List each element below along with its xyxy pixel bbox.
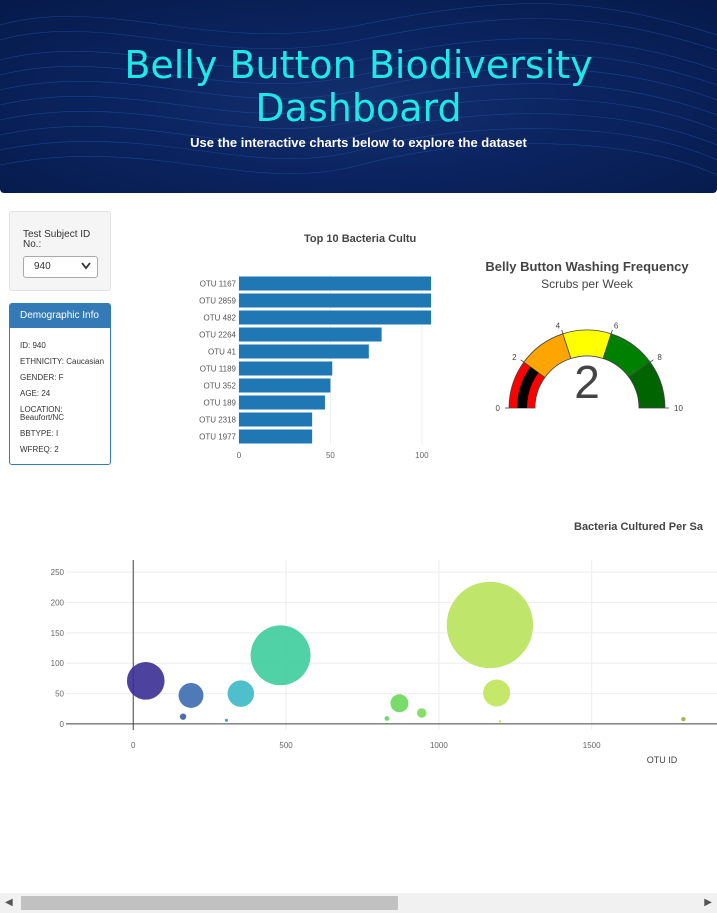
bubble-mark	[446, 581, 534, 669]
demographic-panel-heading: Demographic Info	[10, 304, 110, 328]
bubble-y-tick-label: 50	[55, 690, 64, 699]
bubble-y-tick-label: 100	[51, 659, 65, 668]
bar-y-tick-label: OTU 2318	[199, 416, 236, 425]
bar-mark	[239, 378, 331, 393]
gauge-tick-label: 8	[657, 353, 662, 362]
bubble-y-tick-label: 200	[51, 599, 65, 608]
subject-select-label: Test Subject ID No.:	[23, 229, 91, 250]
bar-y-tick-label: OTU 189	[204, 399, 237, 408]
bar-mark	[239, 293, 431, 308]
bubble-mark	[681, 716, 686, 722]
gauge-tick	[610, 329, 613, 334]
bar-x-tick-label: 50	[326, 451, 335, 460]
scroll-left-icon[interactable]: ◀	[5, 897, 13, 908]
bubble-mark	[384, 716, 390, 721]
bar-y-tick-label: OTU 41	[208, 348, 237, 357]
dashboard-header: Belly Button Biodiversity Dashboard Use …	[0, 0, 717, 193]
bubble-x-tick-label: 0	[131, 741, 136, 750]
bar-chart-title: Top 10 Bacteria Cultu	[304, 233, 416, 245]
bubble-mark	[416, 708, 427, 718]
bar-y-tick-label: OTU 1167	[200, 280, 237, 289]
subject-id-selected: 940	[34, 261, 51, 272]
bubble-y-tick-label: 250	[51, 568, 65, 577]
bar-mark	[239, 361, 333, 376]
bubble-chart[interactable]: Bacteria Cultured Per Sa 0 50 100 150 200 250 0…	[0, 510, 717, 780]
gauge-tick-label: 6	[614, 321, 619, 330]
bar-mark	[239, 276, 431, 291]
subject-selector-well: Test Subject ID No.: 940	[9, 211, 111, 291]
gauge-tick-label: 4	[556, 321, 561, 330]
gauge-tick-label: 2	[512, 353, 517, 362]
gauge-chart[interactable]: Belly Button Washing Frequency Scrubs per…	[440, 250, 717, 420]
gauge-tick-label: 10	[674, 404, 683, 413]
demo-ethnicity: ETHNICITY: Caucasian	[20, 357, 105, 366]
gauge-tick	[520, 359, 525, 363]
bar-mark	[239, 310, 431, 325]
bubble-mark	[178, 682, 204, 708]
subject-id-select[interactable]: 940	[23, 256, 98, 278]
page-title: Belly Button Biodiversity Dashboard	[0, 44, 717, 130]
bubble-x-tick-label: 500	[279, 741, 293, 750]
demographic-panel: Demographic Info ID: 940 ETHNICITY: Cauc…	[9, 303, 111, 465]
page-title-line1: Belly Button Biodiversity	[124, 43, 593, 87]
bar-mark	[239, 412, 313, 427]
bubble-y-tick-label: 0	[60, 720, 65, 729]
bubble-mark	[227, 680, 255, 707]
bar-mark	[239, 327, 382, 342]
bar-x-tick-label: 0	[237, 451, 242, 460]
bubble-mark	[224, 718, 229, 722]
bar-mark	[239, 429, 313, 444]
scrollbar-thumb[interactable]	[21, 896, 398, 910]
bubble-mark	[250, 625, 311, 686]
bar-y-tick-label: OTU 1189	[200, 365, 237, 374]
bar-mark	[239, 395, 325, 410]
bubble-mark	[483, 679, 511, 707]
page-subtitle: Use the interactive charts below to expl…	[190, 135, 527, 150]
gauge-value-label: 2	[574, 356, 600, 408]
bubble-x-tick-label: 1500	[583, 741, 601, 750]
demo-wfreq: WFREQ: 2	[20, 445, 59, 454]
chevron-down-icon	[81, 262, 91, 270]
bar-y-tick-label: OTU 352	[204, 382, 237, 391]
gauge-tick	[561, 329, 564, 334]
demo-age: AGE: 24	[20, 389, 51, 398]
bar-y-tick-label: OTU 482	[204, 314, 237, 323]
gauge-step	[562, 329, 612, 360]
bar-chart[interactable]: Top 10 Bacteria Cultu 0 50 100 OTU 1167 OTU 2…	[140, 220, 440, 460]
bubble-mark	[126, 662, 165, 700]
demographic-panel-body: ID: 940 ETHNICITY: Caucasian GENDER: F A…	[10, 328, 110, 454]
bar-x-tick-label: 100	[415, 451, 429, 460]
page-title-line2: Dashboard	[255, 86, 462, 130]
bar-y-tick-label: OTU 2264	[199, 331, 236, 340]
bar-y-tick-label: OTU 1977	[199, 433, 236, 442]
bar-y-tick-label: OTU 2859	[199, 297, 236, 306]
bubble-mark	[390, 694, 409, 713]
bubble-x-tick-label: 1000	[430, 741, 448, 750]
bubble-y-tick-label: 150	[51, 629, 65, 638]
gauge-tick	[649, 359, 654, 363]
bar-mark	[239, 344, 369, 359]
demo-bbtype: BBTYPE: I	[20, 429, 59, 438]
gauge-subtitle: Scrubs per Week	[541, 277, 634, 291]
demo-id: ID: 940	[20, 341, 46, 350]
demo-gender: GENDER: F	[20, 373, 64, 382]
gauge-title: Belly Button Washing Frequency	[485, 259, 689, 274]
bubble-mark	[498, 720, 502, 723]
horizontal-scrollbar[interactable]: ◀ ▶	[0, 893, 717, 913]
gauge-tick-label: 0	[496, 404, 501, 413]
bubble-mark	[179, 713, 187, 720]
scroll-right-icon[interactable]: ▶	[704, 897, 712, 908]
demo-location: LOCATION: Beaufort/NC	[20, 405, 65, 422]
bubble-chart-title: Bacteria Cultured Per Sa	[574, 521, 704, 533]
bubble-x-axis-label: OTU ID	[647, 755, 678, 765]
